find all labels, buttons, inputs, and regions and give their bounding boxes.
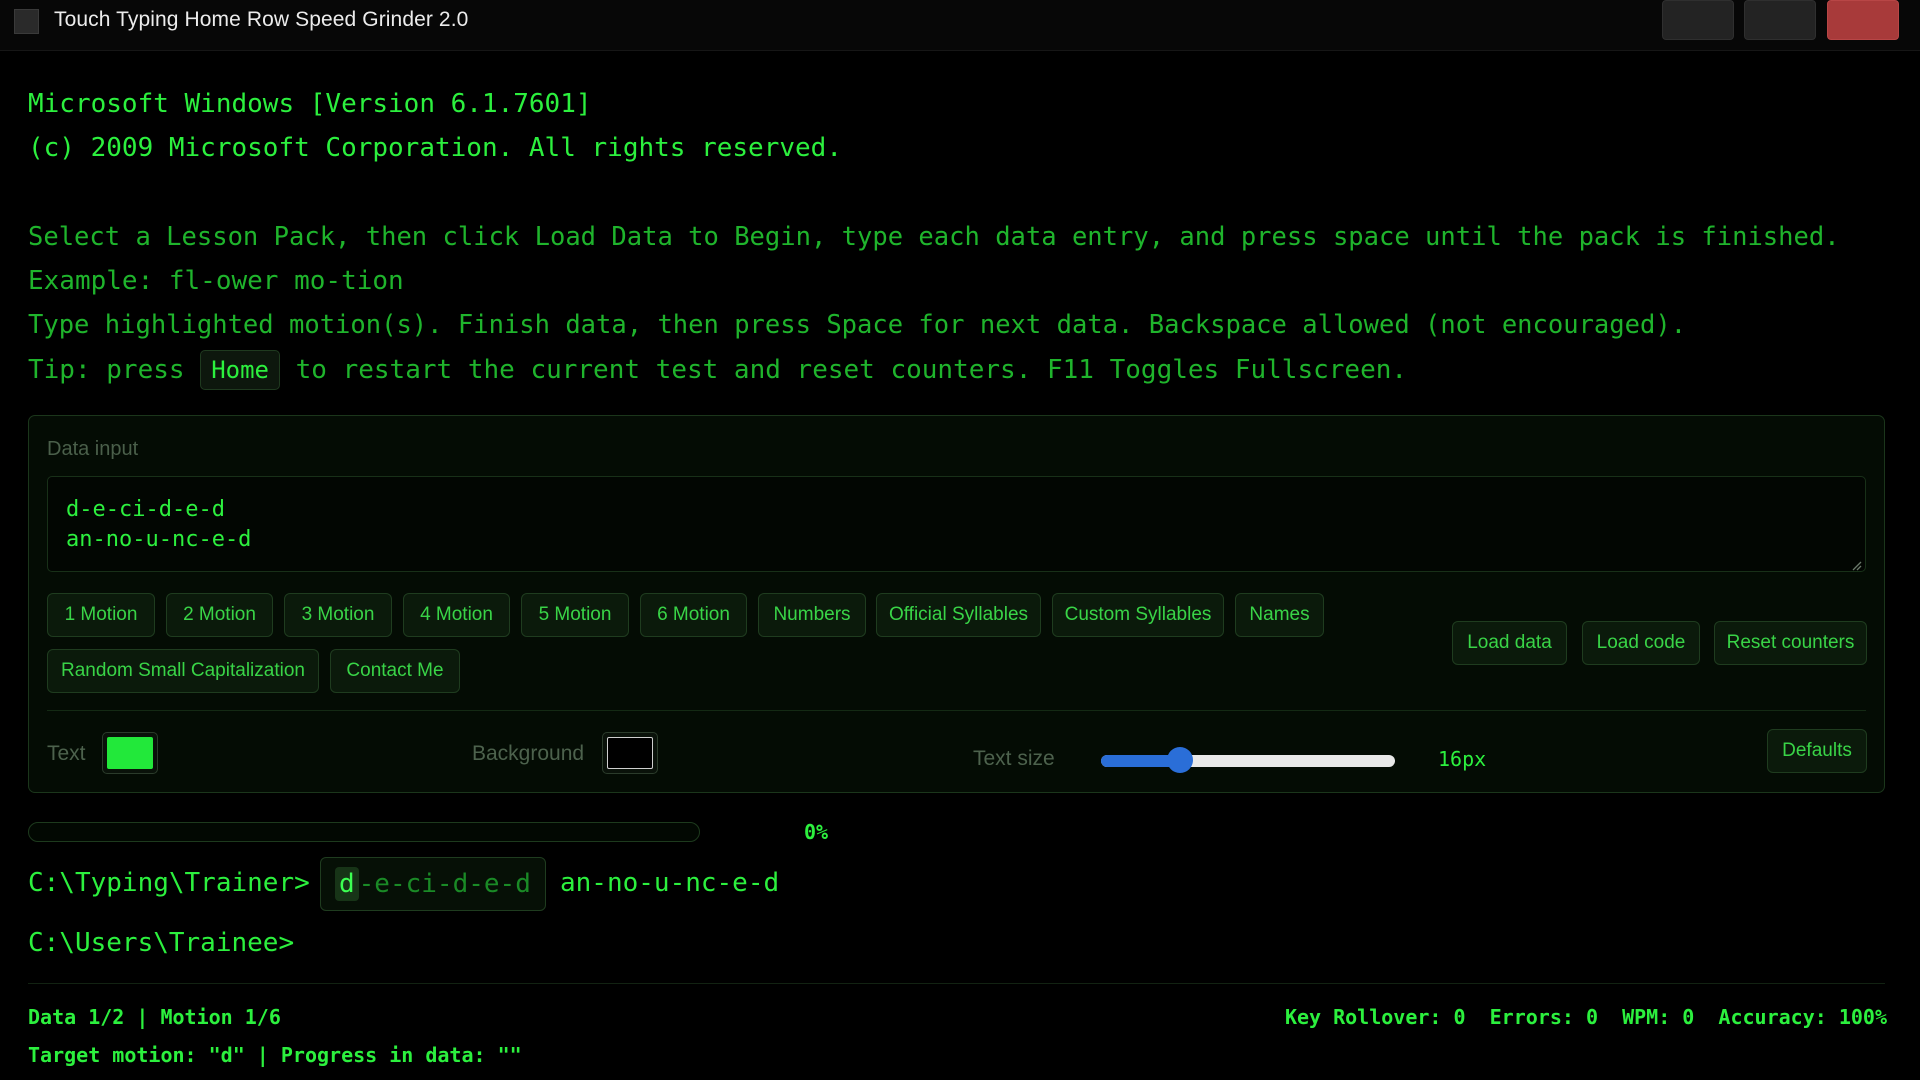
defaults-button[interactable]: Defaults: [1767, 729, 1867, 773]
lesson-official-syllables-button[interactable]: Official Syllables: [876, 593, 1041, 637]
title-bar: Touch Typing Home Row Speed Grinder 2.0: [0, 0, 1920, 51]
data-input-textarea[interactable]: d-e-ci-d-e-d an-no-u-nc-e-d: [47, 476, 1866, 572]
progress-percent: 0%: [804, 820, 829, 844]
background-color-swatch: [607, 737, 653, 769]
text-size-label: Text size: [973, 747, 1055, 770]
user-prompt: C:\Users\Trainee>: [28, 928, 295, 958]
copyright-line: (c) 2009 Microsoft Corporation. All righ…: [28, 133, 842, 163]
stats-status: Key Rollover: 0 Errors: 0 WPM: 0 Accurac…: [1284, 1005, 1887, 1029]
resize-grip-icon[interactable]: [1852, 558, 1862, 571]
text-color-swatch: [107, 737, 153, 769]
lesson-1-motion-button[interactable]: 1 Motion: [47, 593, 155, 637]
text-size-slider-thumb[interactable]: [1167, 747, 1194, 773]
current-word-box: d -e-ci-d-e-d: [320, 857, 546, 911]
example-line: Example: fl-ower mo-tion: [28, 266, 404, 296]
load-data-button[interactable]: Load data: [1452, 621, 1567, 665]
background-color-label: Background: [472, 742, 585, 765]
random-small-capitalization-button[interactable]: Random Small Capitalization: [47, 649, 319, 693]
lesson-3-motion-button[interactable]: 3 Motion: [284, 593, 392, 637]
status-divider: [28, 983, 1885, 984]
reset-counters-button[interactable]: Reset counters: [1714, 621, 1867, 665]
panel-divider: [47, 710, 1866, 711]
text-size-slider[interactable]: [1101, 747, 1395, 773]
control-panel: Data input d-e-ci-d-e-d an-no-u-nc-e-d 1…: [28, 415, 1885, 793]
tip-line: Tip: press Home to restart the current t…: [28, 350, 1407, 390]
target-status: Target motion: "d" | Progress in data: "…: [28, 1043, 522, 1067]
lesson-4-motion-button[interactable]: 4 Motion: [403, 593, 510, 637]
lesson-6-motion-button[interactable]: 6 Motion: [640, 593, 747, 637]
type-instruction-line: Type highlighted motion(s). Finish data,…: [28, 310, 1687, 340]
close-button[interactable]: [1827, 0, 1899, 40]
background-color-picker[interactable]: [602, 732, 658, 774]
tip-suffix: to restart the current test and reset co…: [279, 355, 1408, 385]
tip-prefix: Tip: press: [28, 355, 201, 385]
text-color-picker[interactable]: [102, 732, 158, 774]
maximize-button[interactable]: [1744, 0, 1816, 40]
text-color-label: Text: [47, 742, 86, 765]
lesson-5-motion-button[interactable]: 5 Motion: [521, 593, 629, 637]
data-input-label: Data input: [47, 438, 139, 460]
window-title: Touch Typing Home Row Speed Grinder 2.0: [54, 8, 469, 31]
minimize-button[interactable]: [1662, 0, 1734, 40]
trainer-prompt: C:\Typing\Trainer>: [28, 868, 310, 898]
lesson-2-motion-button[interactable]: 2 Motion: [166, 593, 273, 637]
target-motion-highlight: d: [335, 867, 359, 901]
position-status: Data 1/2 | Motion 1/6: [28, 1005, 281, 1029]
contact-me-button[interactable]: Contact Me: [330, 649, 460, 693]
next-word: an-no-u-nc-e-d: [560, 868, 780, 898]
lesson-custom-syllables-button[interactable]: Custom Syllables: [1052, 593, 1224, 637]
load-code-button[interactable]: Load code: [1582, 621, 1700, 665]
current-word-remaining: -e-ci-d-e-d: [358, 869, 531, 899]
app-icon[interactable]: [14, 9, 39, 34]
instruction-line: Select a Lesson Pack, then click Load Da…: [28, 222, 1840, 252]
home-key-badge: Home: [200, 350, 280, 390]
lesson-names-button[interactable]: Names: [1235, 593, 1324, 637]
lesson-numbers-button[interactable]: Numbers: [758, 593, 866, 637]
progress-bar: [28, 822, 700, 842]
text-size-value: 16px: [1438, 747, 1487, 771]
version-line: Microsoft Windows [Version 6.1.7601]: [28, 89, 592, 119]
